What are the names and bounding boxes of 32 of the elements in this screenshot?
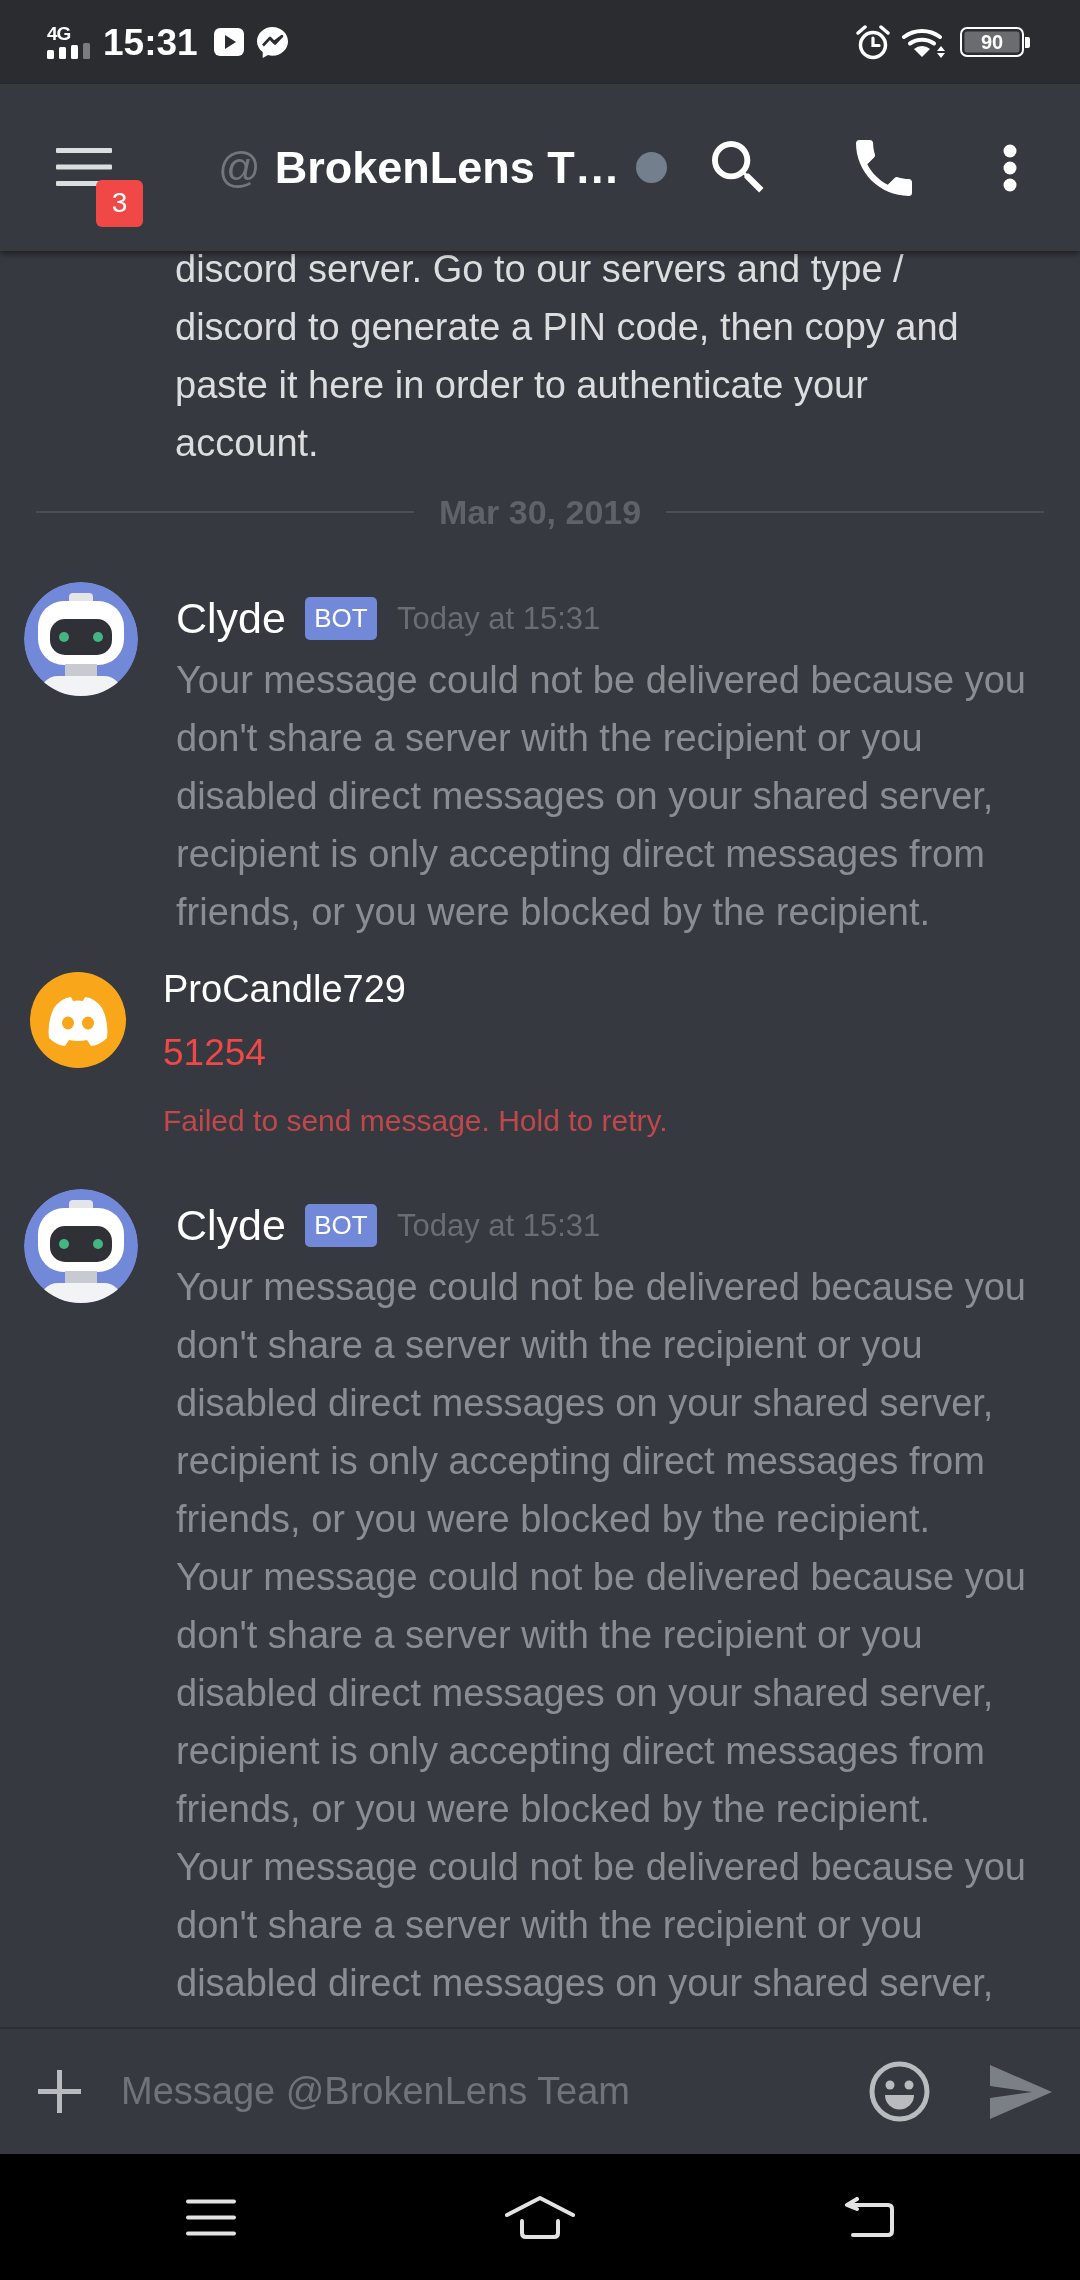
menu-icon[interactable] <box>56 147 112 186</box>
bot-tag: BOT <box>304 596 377 640</box>
search-icon[interactable] <box>711 141 765 194</box>
home-icon[interactable] <box>505 2195 575 2239</box>
plus-icon[interactable] <box>38 2070 81 2113</box>
at-symbol: @ <box>218 146 261 189</box>
phone-icon[interactable] <box>855 139 912 196</box>
message-text: discord server. Go to our servers and type / discord to generate a PIN code, then copy and paste it here in order to authenticate your account. <box>175 251 960 466</box>
unread-badge: 3 <box>96 179 143 227</box>
alarm-clock-icon <box>856 24 890 60</box>
battery-indicator: 90 <box>960 27 1031 57</box>
smiley-icon[interactable] <box>869 2061 930 2122</box>
message-text: 51254 <box>163 1031 267 1075</box>
bot-tag: BOT <box>304 1203 377 1247</box>
channel-title[interactable]: BrokenLens T… <box>274 145 620 190</box>
message-text: Your message could not be delivered because you don't share a server with the recipient or you disabled direct messages on your shared server, recipient is only accepting direct messages from friends, or you were blocked by the recipient. <box>176 1555 1027 1832</box>
menu-icon[interactable] <box>186 2198 236 2236</box>
signal-icon <box>47 43 90 59</box>
message-text: Your message could not be delivered because you don't share a server with the recipient or you disabled direct messages on your shared server, <box>176 1845 1027 2006</box>
more-icon[interactable] <box>1002 143 1017 192</box>
back-icon[interactable] <box>844 2197 894 2237</box>
status-time: 15:31 <box>103 23 198 61</box>
network-type-label: 4G <box>47 25 71 43</box>
author-name: ProCandle729 <box>163 967 407 1012</box>
message-input[interactable]: Message @BrokenLens Team <box>121 2063 849 2120</box>
chat-bubble-icon <box>256 26 288 58</box>
message-text: Your message could not be delivered because you don't share a server with the recipient or you disabled direct messages on your shared server, recipient is only accepting direct messages from friends, or you were blocked by the recipient. <box>176 1265 1027 1542</box>
play-icon <box>213 28 244 56</box>
send-icon[interactable] <box>990 2064 1052 2119</box>
message-text: Your message could not be delivered because you don't share a server with the recipient or you disabled direct messages on your shared server, recipient is only accepting direct messages from friends, or you were blocked by the recipient. <box>176 658 1027 935</box>
author-name: Clyde <box>176 1203 286 1247</box>
author-name: Clyde <box>176 596 286 640</box>
